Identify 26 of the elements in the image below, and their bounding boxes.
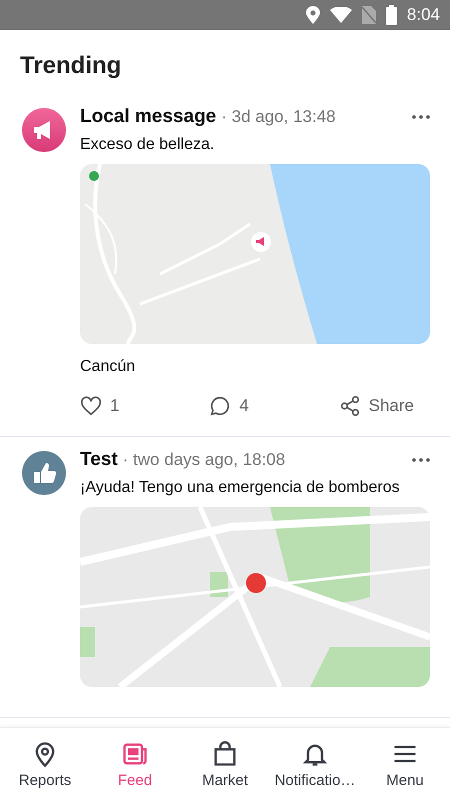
battery-icon (386, 5, 397, 25)
thumbs-up-avatar-icon (22, 451, 66, 495)
page-title: Trending (19, 51, 122, 81)
nav-tab[interactable]: Menu (360, 728, 450, 800)
wifi-icon (330, 7, 352, 23)
heart-icon (80, 395, 102, 417)
comment-button[interactable]: 4 (209, 395, 249, 417)
nav-tab[interactable]: Notificatio… (270, 728, 360, 800)
author-name: Local message (80, 106, 216, 128)
like-button[interactable]: 1 (80, 395, 120, 417)
nav-tab[interactable]: Reports (0, 728, 90, 800)
nav-tab[interactable]: Feed (90, 728, 180, 800)
author-name: Test (80, 449, 118, 471)
clock-time: 8:04 (406, 5, 440, 25)
comment-icon (209, 395, 232, 417)
post-text: Exceso de belleza. (80, 136, 216, 154)
share-icon (338, 395, 361, 417)
post-location: Cancún (80, 358, 136, 376)
megaphone-avatar-icon (22, 108, 66, 152)
share-button[interactable]: Share (338, 395, 414, 417)
nav-tab[interactable]: Market (180, 728, 270, 800)
no-sim-icon (362, 6, 376, 24)
location-icon (306, 6, 320, 24)
post-text: ¡Ayuda! Tengo una emergencia de bomberos (80, 479, 401, 497)
post-time: · two days ago, 18:08 (122, 450, 286, 470)
post-time: · 3d ago, 13:48 (221, 107, 337, 127)
